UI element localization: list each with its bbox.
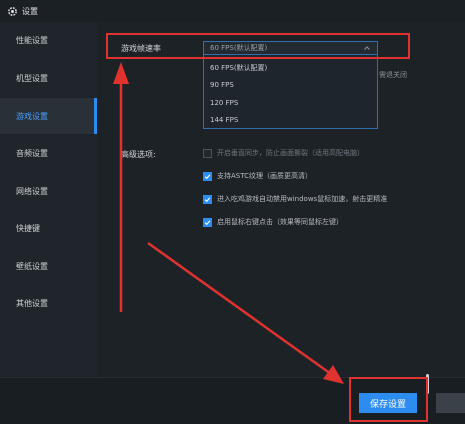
- window-title: 设置: [22, 6, 38, 16]
- secondary-button[interactable]: [436, 393, 465, 413]
- fps-highlight-box: [106, 33, 410, 59]
- astc-option[interactable]: 支持ASTC纹理（画质更高清）: [203, 171, 312, 181]
- fps-option[interactable]: 144 FPS: [210, 116, 238, 124]
- title-bar: 设置: [0, 0, 465, 23]
- option-label: 进入吃鸡游戏自动禁用windows鼠标加速，射击更精准: [217, 195, 388, 203]
- checkmark-icon: [204, 219, 211, 225]
- sidebar-item-device[interactable]: 机型设置: [0, 60, 97, 96]
- vsync-option[interactable]: 开启垂直同步，防止画面撕裂（适用高配电脑）: [203, 148, 364, 158]
- sidebar-item-wallpaper[interactable]: 壁纸设置: [0, 248, 97, 284]
- right-click-option[interactable]: 启用鼠标右键点击（效果等同鼠标左键）: [203, 217, 343, 227]
- fps-dropdown: 60 FPS(默认配置) 90 FPS 120 FPS 144 FPS: [203, 55, 378, 129]
- sidebar-item-other[interactable]: 其他设置: [0, 285, 97, 321]
- sidebar-item-label: 快捷键: [16, 223, 40, 233]
- sidebar-item-label: 其他设置: [16, 298, 48, 308]
- checkbox[interactable]: [203, 148, 212, 158]
- sidebar-item-label: 性能设置: [16, 35, 48, 45]
- checkbox[interactable]: [203, 171, 212, 181]
- sidebar-item-label: 网络设置: [16, 186, 48, 196]
- checkbox[interactable]: [203, 217, 212, 227]
- sidebar-item-network[interactable]: 网络设置: [0, 173, 97, 209]
- sidebar-item-shortcuts[interactable]: 快捷键: [0, 210, 97, 246]
- sidebar: 性能设置 机型设置 游戏设置 音频设置 网络设置 快捷键 壁纸设置 其他设置: [0, 22, 97, 377]
- save-highlight-box: [349, 377, 428, 422]
- option-label: 开启垂直同步，防止画面撕裂（适用高配电脑）: [217, 149, 364, 157]
- checkmark-icon: [204, 196, 211, 202]
- fps-option[interactable]: 60 FPS(默认配置): [210, 63, 267, 73]
- sidebar-item-label: 游戏设置: [16, 111, 48, 121]
- checkmark-icon: [204, 173, 211, 179]
- sidebar-item-audio[interactable]: 音频设置: [0, 135, 97, 171]
- advanced-label: 高级选项:: [121, 150, 156, 159]
- sidebar-item-label: 壁纸设置: [16, 261, 48, 271]
- side-hint: 需退关闭: [379, 71, 407, 79]
- option-label: 启用鼠标右键点击（效果等同鼠标左键）: [217, 218, 343, 226]
- sidebar-item-label: 音频设置: [16, 148, 48, 158]
- fps-option[interactable]: 120 FPS: [210, 99, 238, 107]
- sidebar-item-label: 机型设置: [16, 73, 48, 83]
- gear-icon: [5, 4, 19, 18]
- sidebar-item-game[interactable]: 游戏设置: [0, 98, 97, 134]
- sidebar-item-performance[interactable]: 性能设置: [0, 22, 97, 58]
- fps-option[interactable]: 90 FPS: [210, 81, 234, 89]
- checkbox[interactable]: [203, 194, 212, 204]
- mouse-accel-option[interactable]: 进入吃鸡游戏自动禁用windows鼠标加速，射击更精准: [203, 194, 387, 204]
- option-label: 支持ASTC纹理（画质更高清）: [217, 172, 312, 180]
